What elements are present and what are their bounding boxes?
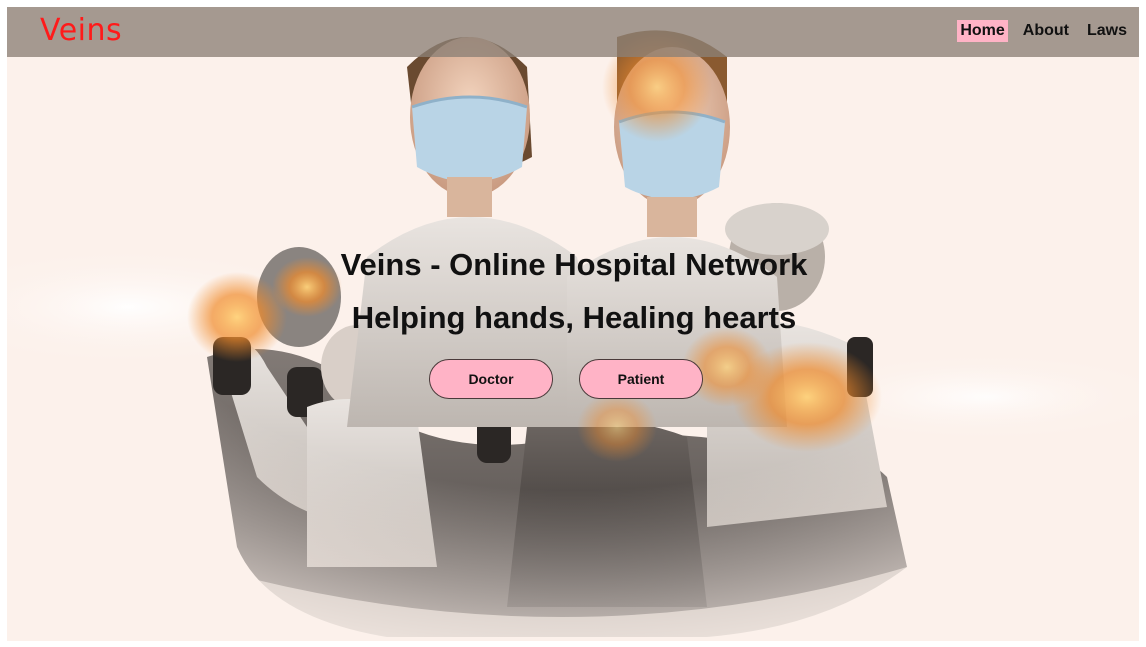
nav-links: Home About Laws: [945, 20, 1130, 42]
navbar: Veins Home About Laws: [7, 7, 1139, 57]
hero-title: Veins - Online Hospital Network: [340, 247, 808, 282]
nav-about-link[interactable]: About: [1020, 20, 1072, 42]
doctor-button[interactable]: Doctor: [429, 359, 553, 399]
patient-button[interactable]: Patient: [579, 359, 703, 399]
page-frame: Veins Home About Laws Veins - Online Hos…: [7, 7, 1139, 641]
hero-tagline: Helping hands, Healing hearts: [351, 300, 797, 335]
nav-laws-link[interactable]: Laws: [1084, 20, 1130, 42]
brand-logo[interactable]: Veins: [40, 13, 122, 48]
nav-home-link[interactable]: Home: [957, 20, 1008, 42]
